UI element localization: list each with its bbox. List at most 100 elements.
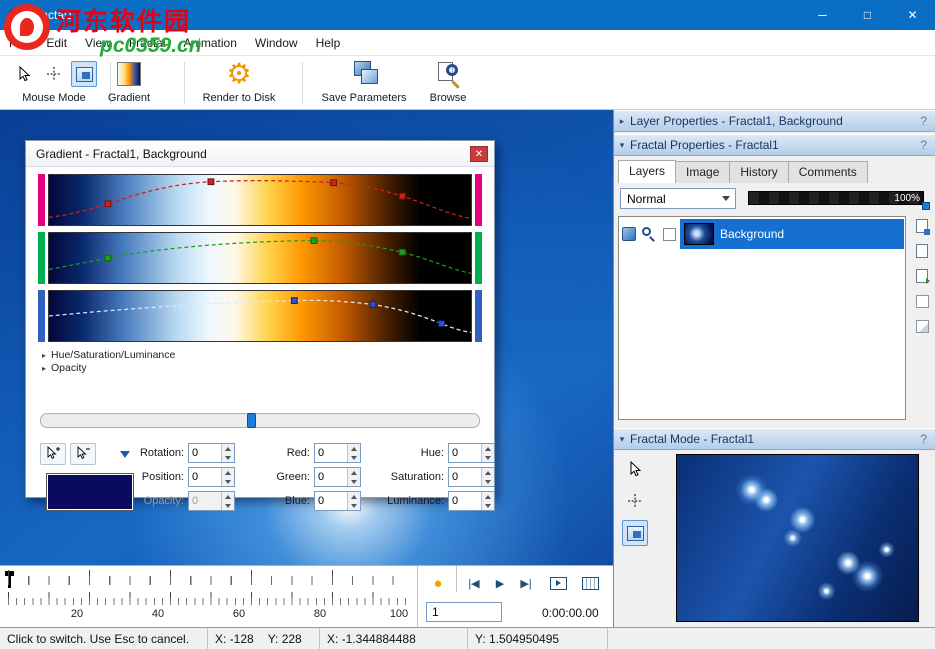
- blue-input[interactable]: [315, 492, 347, 510]
- render-to-disk-button[interactable]: ⚙: [226, 61, 252, 87]
- help-icon[interactable]: ?: [920, 138, 927, 152]
- spin-up-icon[interactable]: [482, 468, 494, 477]
- spin-down-icon[interactable]: [348, 501, 360, 510]
- minimize-button[interactable]: ─: [800, 0, 845, 30]
- next-frame-button[interactable]: ▶|: [514, 572, 538, 594]
- gradient-row-green[interactable]: [38, 232, 482, 284]
- flatten-button[interactable]: [912, 291, 932, 311]
- layer-visible-icon[interactable]: [622, 227, 636, 241]
- layer-properties-header[interactable]: ▸ Layer Properties - Fractal1, Backgroun…: [614, 110, 935, 132]
- tab-comments[interactable]: Comments: [788, 161, 868, 183]
- tab-image[interactable]: Image: [675, 161, 730, 183]
- spin-up-icon[interactable]: [348, 468, 360, 477]
- help-icon[interactable]: ?: [920, 114, 927, 128]
- switch-mode-button[interactable]: [622, 520, 648, 546]
- spin-up-icon[interactable]: [482, 492, 494, 501]
- spin-down-icon[interactable]: [348, 453, 360, 462]
- menu-help[interactable]: Help: [307, 30, 350, 56]
- tab-history[interactable]: History: [729, 161, 788, 183]
- gradient-button[interactable]: [116, 61, 142, 87]
- gradient-editor-green[interactable]: [48, 232, 472, 284]
- record-button[interactable]: ●: [426, 572, 450, 594]
- red-curve[interactable]: [49, 175, 471, 225]
- remove-control-point-button[interactable]: [70, 443, 96, 465]
- gradient-editor-red[interactable]: [48, 174, 472, 226]
- hue-spinner[interactable]: [448, 443, 495, 463]
- channel-marker-right[interactable]: [475, 290, 482, 342]
- red-input[interactable]: [315, 444, 347, 462]
- gradient-row-red[interactable]: [38, 174, 482, 226]
- crosshair-mode-button[interactable]: [41, 61, 67, 87]
- switch-mode-button[interactable]: [71, 61, 97, 87]
- menu-window[interactable]: Window: [246, 30, 307, 56]
- spin-down-icon[interactable]: [222, 453, 234, 462]
- current-color-swatch[interactable]: [46, 473, 134, 511]
- close-button[interactable]: ✕: [890, 0, 935, 30]
- luminance-spinner[interactable]: [448, 491, 495, 511]
- red-spinner[interactable]: [314, 443, 361, 463]
- help-icon[interactable]: ?: [920, 432, 927, 446]
- animation-settings-button[interactable]: [578, 572, 602, 594]
- spin-down-icon[interactable]: [482, 453, 494, 462]
- slider-thumb[interactable]: [247, 413, 256, 428]
- channel-marker-right[interactable]: [475, 174, 482, 226]
- green-spinner[interactable]: [314, 467, 361, 487]
- spin-down-icon[interactable]: [482, 501, 494, 510]
- save-parameters-button[interactable]: [351, 61, 377, 87]
- menu-view[interactable]: View: [76, 30, 120, 56]
- select-mode-button[interactable]: [11, 61, 37, 87]
- fractal-properties-header[interactable]: ▾ Fractal Properties - Fractal1 ?: [614, 134, 935, 156]
- fractal-mode-header[interactable]: ▾ Fractal Mode - Fractal1 ?: [614, 428, 935, 450]
- channel-marker-right[interactable]: [475, 232, 482, 284]
- blend-mode-select[interactable]: Normal: [620, 188, 736, 209]
- spin-down-icon[interactable]: [482, 477, 494, 486]
- gradient-editor-blue[interactable]: [48, 290, 472, 342]
- rotation-input[interactable]: [189, 444, 221, 462]
- layer-row-background[interactable]: Background: [619, 219, 905, 249]
- gradient-row-blue[interactable]: [38, 290, 482, 342]
- timeline-ruler[interactable]: 20 40 60 80 100: [8, 570, 413, 624]
- merge-layer-button[interactable]: [912, 266, 932, 286]
- gradient-dialog-titlebar[interactable]: Gradient - Fractal1, Background ✕: [26, 141, 494, 167]
- crosshair-mode-button[interactable]: [622, 488, 648, 514]
- hue-input[interactable]: [449, 444, 481, 462]
- tab-layers[interactable]: Layers: [618, 160, 676, 183]
- opacity-slider-thumb[interactable]: [922, 202, 930, 210]
- saturation-input[interactable]: [449, 468, 481, 486]
- preview-animation-button[interactable]: [546, 572, 570, 594]
- green-curve[interactable]: [49, 233, 471, 283]
- spin-up-icon[interactable]: [222, 468, 234, 477]
- menu-animation[interactable]: Animation: [175, 30, 246, 56]
- layer-list[interactable]: Background: [618, 216, 906, 420]
- position-spinner[interactable]: [188, 467, 235, 487]
- spin-down-icon[interactable]: [348, 477, 360, 486]
- blue-spinner[interactable]: [314, 491, 361, 511]
- duplicate-layer-button[interactable]: [912, 241, 932, 261]
- spin-up-icon[interactable]: [222, 444, 234, 453]
- layer-editable-icon[interactable]: [642, 227, 656, 241]
- menu-fractal[interactable]: Fractal: [120, 30, 175, 56]
- section-hsl[interactable]: ▸ Hue/Saturation/Luminance: [42, 349, 175, 361]
- delete-layer-button[interactable]: [912, 316, 932, 336]
- maximize-button[interactable]: □: [845, 0, 890, 30]
- luminance-input[interactable]: [449, 492, 481, 510]
- layer-transparent-checkbox[interactable]: [663, 228, 676, 241]
- spin-up-icon[interactable]: [348, 492, 360, 501]
- play-button[interactable]: ▶: [488, 572, 512, 594]
- select-mode-button[interactable]: [622, 456, 648, 482]
- section-opacity[interactable]: ▸ Opacity: [42, 362, 87, 374]
- add-layer-button[interactable]: [912, 216, 932, 236]
- menu-file[interactable]: File: [0, 30, 37, 56]
- spin-up-icon[interactable]: [482, 444, 494, 453]
- frame-number-input[interactable]: [426, 602, 502, 622]
- channel-marker-left[interactable]: [38, 174, 45, 226]
- spin-up-icon[interactable]: [348, 444, 360, 453]
- previous-frame-button[interactable]: |◀: [462, 572, 486, 594]
- layer-selection[interactable]: Background: [680, 219, 904, 249]
- fractal-mode-preview[interactable]: [676, 454, 919, 622]
- channel-marker-left[interactable]: [38, 290, 45, 342]
- green-input[interactable]: [315, 468, 347, 486]
- add-control-point-button[interactable]: [40, 443, 66, 465]
- gradient-dialog-close-button[interactable]: ✕: [470, 146, 488, 162]
- blue-curve[interactable]: [49, 291, 471, 341]
